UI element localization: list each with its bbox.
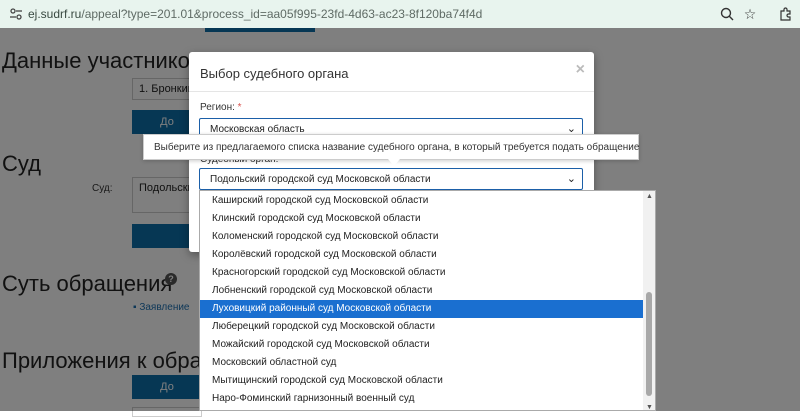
- required-mark: *: [237, 102, 242, 113]
- site-info-icon[interactable]: [8, 6, 24, 22]
- court-body-select-value: Подольский городской суд Московской обла…: [210, 174, 431, 185]
- region-label: Регион: *: [200, 102, 242, 113]
- url-field[interactable]: ej.sudrf.ru/appeal?type=201.01&process_i…: [28, 7, 482, 21]
- list-scrollbar[interactable]: ▲ ▼: [643, 191, 655, 410]
- court-option[interactable]: Московский областной суд: [200, 354, 644, 372]
- chevron-down-icon: ⌄: [566, 173, 576, 185]
- scroll-up-icon[interactable]: ▲: [646, 193, 653, 200]
- court-body-select[interactable]: Подольский городской суд Московской обла…: [199, 168, 583, 190]
- court-hint-tooltip: Выберите из предлагаемого списка названи…: [143, 134, 639, 160]
- court-option[interactable]: Каширский городской суд Московской облас…: [200, 192, 644, 210]
- court-option[interactable]: Клинский городской суд Московской област…: [200, 210, 644, 228]
- court-options-list[interactable]: Каширский городской суд Московской облас…: [199, 190, 656, 411]
- court-option[interactable]: Королёвский городской суд Московской обл…: [200, 246, 644, 264]
- url-host: ej.sudrf.ru: [28, 7, 82, 21]
- browser-address-bar: ej.sudrf.ru/appeal?type=201.01&process_i…: [0, 0, 800, 28]
- court-option[interactable]: Люберецкий городской суд Московской обла…: [200, 318, 644, 336]
- court-option-selected[interactable]: Луховицкий районный суд Московской облас…: [200, 300, 644, 318]
- modal-divider: [189, 91, 594, 92]
- court-option[interactable]: Можайский городской суд Московской облас…: [200, 336, 644, 354]
- bookmark-star-icon[interactable]: ☆: [741, 5, 759, 23]
- court-option[interactable]: Лобненский городской суд Московской обла…: [200, 282, 644, 300]
- court-option[interactable]: Коломенский городской суд Московской обл…: [200, 228, 644, 246]
- scrollbar-thumb[interactable]: [646, 292, 652, 396]
- scroll-down-icon[interactable]: ▼: [646, 404, 653, 410]
- modal-title: Выбор судебного органа: [200, 66, 349, 81]
- region-label-text: Регион:: [200, 102, 235, 113]
- extensions-icon[interactable]: [777, 5, 795, 23]
- tooltip-arrow: [388, 159, 400, 166]
- court-option[interactable]: Мытищинский городской суд Московской обл…: [200, 372, 644, 390]
- court-option[interactable]: Наро-Фоминский гарнизонный военный суд: [200, 390, 644, 408]
- court-option[interactable]: Красногорский городской суд Московской о…: [200, 264, 644, 282]
- zoom-icon[interactable]: [718, 5, 736, 23]
- close-icon[interactable]: ×: [576, 61, 585, 79]
- url-path: /appeal?type=201.01&process_id=aa05f995-…: [81, 7, 483, 21]
